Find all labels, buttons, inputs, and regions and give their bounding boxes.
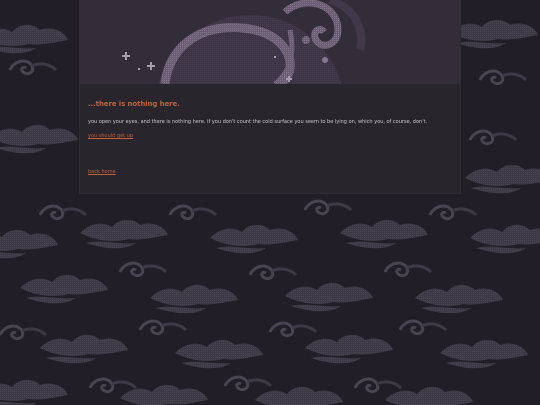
back-home-link[interactable]: back home <box>88 168 116 176</box>
get-up-link[interactable]: you should get up <box>88 132 133 140</box>
header-banner <box>80 0 460 84</box>
story-panel: ...there is nothing here. you open your … <box>80 0 460 193</box>
page: ...there is nothing here. you open your … <box>0 0 540 405</box>
scene-heading: ...there is nothing here. <box>88 100 180 108</box>
scene-description: you open your eyes, and there is nothing… <box>88 119 428 125</box>
story-content: ...there is nothing here. you open your … <box>88 98 452 175</box>
banner-art <box>80 0 460 84</box>
